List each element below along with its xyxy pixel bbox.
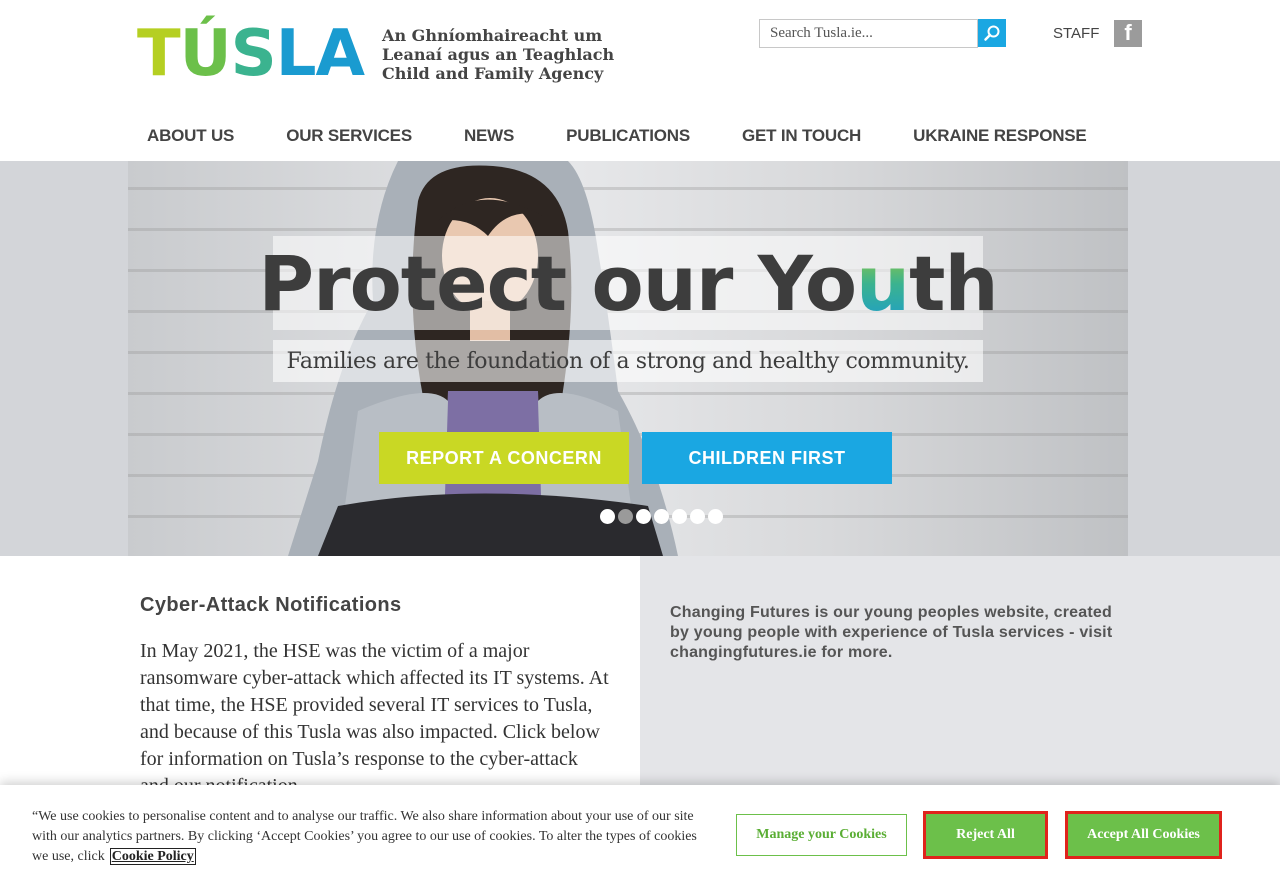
report-a-concern-button[interactable]: REPORT A CONCERN — [379, 432, 629, 484]
facebook-icon[interactable]: f — [1114, 20, 1142, 47]
carousel-dot[interactable] — [708, 509, 723, 524]
nav-item-get-in-touch[interactable]: GET IN TOUCH — [742, 126, 861, 146]
nav-item-news[interactable]: NEWS — [464, 126, 514, 146]
hero-title-part: th — [909, 238, 998, 328]
nav-item-about-us[interactable]: ABOUT US — [147, 126, 234, 146]
children-first-button[interactable]: CHILDREN FIRST — [642, 432, 892, 484]
cookie-banner: “We use cookies to personalise content a… — [0, 785, 1280, 887]
carousel-dot[interactable] — [600, 509, 615, 524]
cookie-policy-link[interactable]: Cookie Policy — [109, 848, 196, 865]
nav-item-publications[interactable]: PUBLICATIONS — [566, 126, 690, 146]
carousel-dot[interactable] — [636, 509, 651, 524]
carousel-dots — [600, 509, 726, 524]
carousel-dot[interactable] — [672, 509, 687, 524]
nav-item-ukraine-response[interactable]: UKRAINE RESPONSE — [913, 126, 1087, 146]
search-input[interactable]: Search Tusla.ie... — [759, 19, 978, 48]
hero-subtitle-box: Families are the foundation of a strong … — [273, 340, 983, 382]
cyber-attack-heading: Cyber-Attack Notifications — [140, 594, 402, 616]
carousel-dot[interactable] — [654, 509, 669, 524]
hero-title-box: Protect our Youth — [258, 236, 999, 330]
logo-tagline-line: Child and Family Agency — [382, 63, 604, 83]
carousel-dot-active[interactable] — [618, 509, 633, 524]
staff-link[interactable]: STAFF — [1053, 25, 1099, 42]
reject-all-button[interactable]: Reject All — [923, 811, 1048, 859]
logo-tagline-line: An Ghníomhaireacht um — [382, 25, 603, 45]
hero-title: Protect our Youth — [258, 238, 998, 328]
hero-carousel: Protect our Youth Families are the found… — [128, 161, 1128, 556]
carousel-dot[interactable] — [690, 509, 705, 524]
cyber-attack-text: In May 2021, the HSE was the victim of a… — [140, 640, 609, 797]
site-header: TÚSLA An Ghníomhaireacht um Leanaí agus … — [0, 0, 1280, 161]
manage-cookies-button[interactable]: Manage your Cookies — [736, 814, 907, 856]
logo-tagline-line: Leanaí agus an Teaghlach — [382, 44, 615, 64]
changing-futures-text: Changing Futures is our young peoples we… — [670, 604, 1113, 661]
tusla-logo[interactable]: TÚSLA An Ghníomhaireacht um Leanaí agus … — [137, 14, 614, 94]
search-button[interactable] — [978, 19, 1006, 47]
hero-title-highlight: u — [856, 238, 910, 328]
nav-item-our-services[interactable]: OUR SERVICES — [286, 126, 412, 146]
accept-all-cookies-button[interactable]: Accept All Cookies — [1065, 811, 1222, 859]
main-nav: ABOUT US OUR SERVICES NEWS PUBLICATIONS … — [147, 126, 1139, 146]
cookie-notice-text: “We use cookies to personalise content a… — [32, 807, 707, 867]
hero-subtitle: Families are the foundation of a strong … — [286, 348, 970, 374]
search-icon — [984, 25, 1000, 41]
logo-wordmark: TÚSLA — [137, 17, 365, 91]
hero-title-part: Protect our Yo — [258, 238, 857, 328]
logo-tagline: An Ghníomhaireacht um Leanaí agus an Tea… — [382, 26, 614, 83]
